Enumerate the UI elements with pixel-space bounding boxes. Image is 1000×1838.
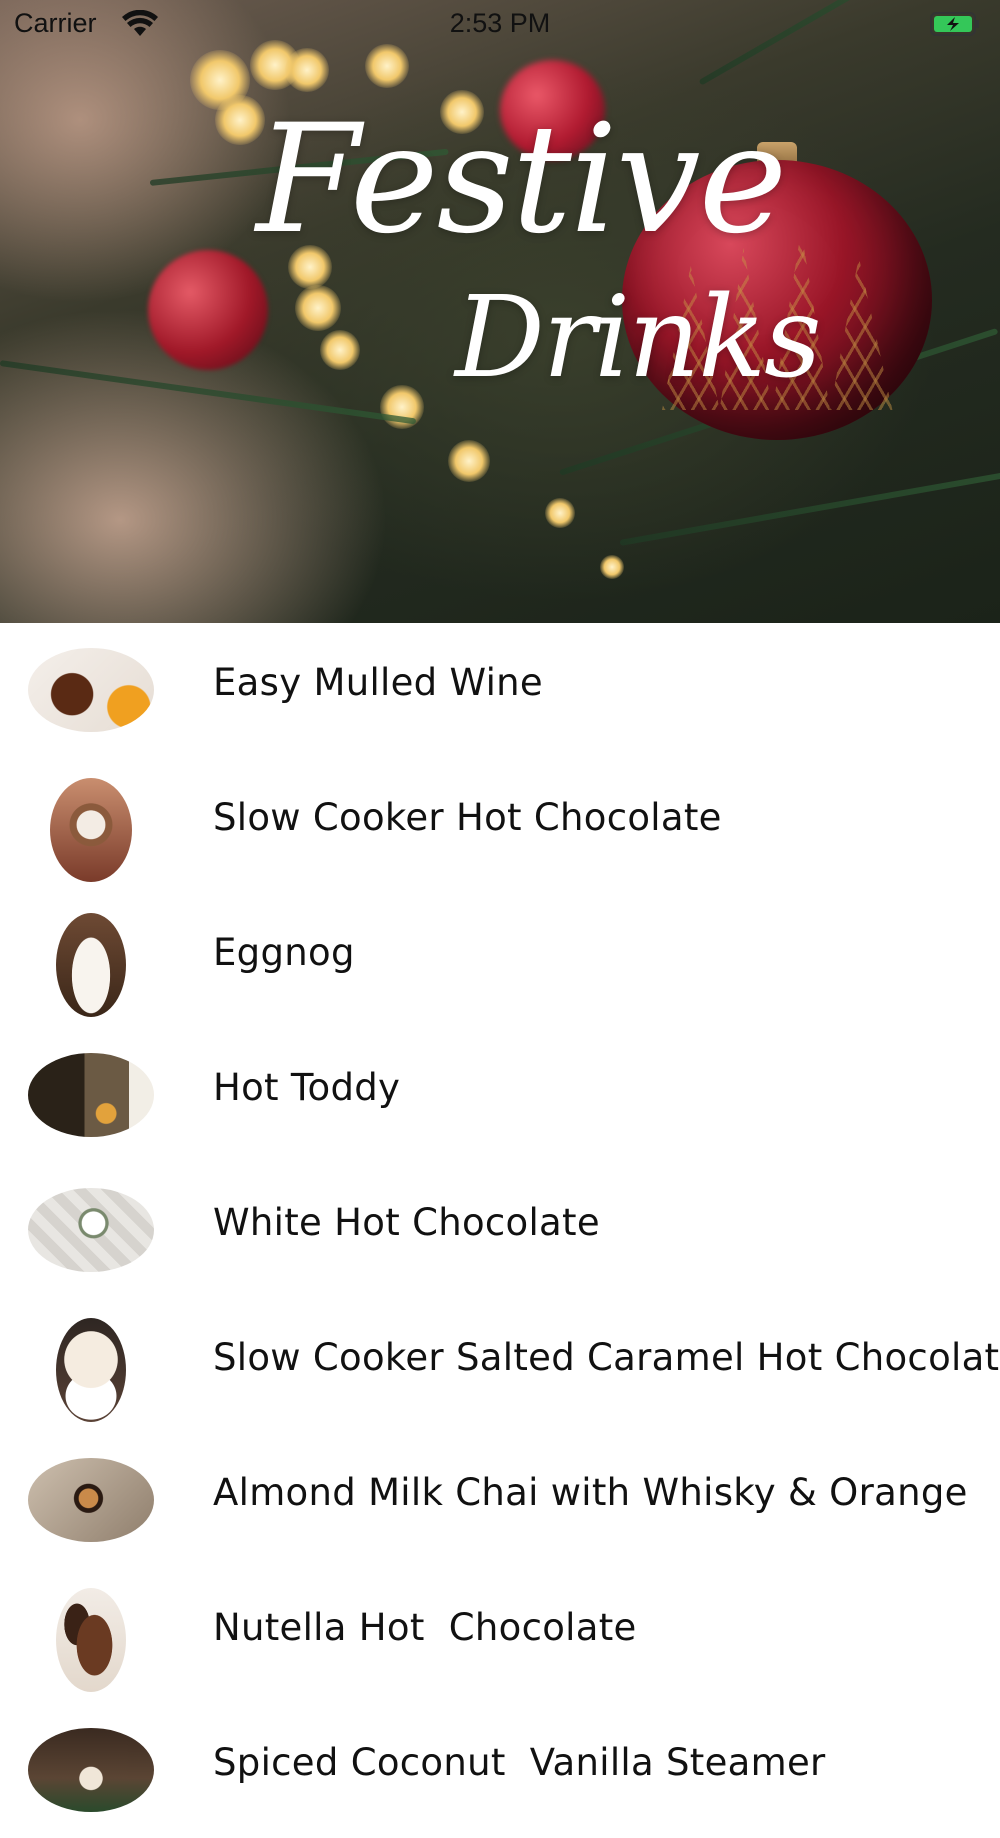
salted-caramel-photo — [56, 1318, 126, 1422]
hot-chocolate-photo — [50, 778, 132, 882]
drink-name: White Hot Chocolate — [213, 1201, 600, 1244]
drink-name: Hot Toddy — [213, 1066, 401, 1109]
drink-name: Easy Mulled Wine — [213, 661, 543, 704]
coconut-steamer-photo — [28, 1728, 154, 1812]
drink-name: Almond Milk Chai with Whisky & Orange — [213, 1471, 968, 1514]
drink-name: Slow Cooker Salted Caramel Hot Chocolate — [213, 1336, 1000, 1379]
drink-name: Eggnog — [213, 931, 355, 974]
eggnog-photo — [56, 913, 126, 1017]
mulled-wine-photo — [28, 648, 154, 732]
header-image: Festive Drinks — [0, 0, 1000, 623]
list-item[interactable]: Hot Toddy — [0, 1028, 1000, 1163]
title-line-1: Festive — [256, 93, 787, 267]
list-item[interactable]: Eggnog — [0, 893, 1000, 1028]
nutella-photo — [56, 1588, 126, 1692]
list-item[interactable]: Almond Milk Chai with Whisky & Orange — [0, 1433, 1000, 1568]
carrier-label: Carrier — [14, 8, 97, 38]
list-item[interactable]: Easy Mulled Wine — [0, 623, 1000, 758]
list-item[interactable]: White Hot Chocolate — [0, 1163, 1000, 1298]
title-line-2: Drinks — [455, 273, 822, 403]
drink-name: Slow Cooker Hot Chocolate — [213, 796, 722, 839]
page-title: Festive Drinks — [0, 0, 1000, 623]
list-item[interactable]: Nutella Hot Chocolate — [0, 1568, 1000, 1703]
white-hot-chocolate-photo — [28, 1188, 154, 1272]
list-item[interactable]: Slow Cooker Salted Caramel Hot Chocolate — [0, 1298, 1000, 1433]
status-bar: Carrier 2:53 PM — [0, 0, 1000, 46]
chai-photo — [28, 1458, 154, 1542]
battery-charging-icon — [930, 12, 979, 36]
hot-toddy-photo — [28, 1053, 154, 1137]
drink-name: Nutella Hot Chocolate — [213, 1606, 637, 1649]
list-item[interactable]: Spiced Coconut Vanilla Steamer — [0, 1703, 1000, 1838]
list-item[interactable]: Slow Cooker Hot Chocolate — [0, 758, 1000, 893]
wifi-icon — [122, 10, 158, 36]
